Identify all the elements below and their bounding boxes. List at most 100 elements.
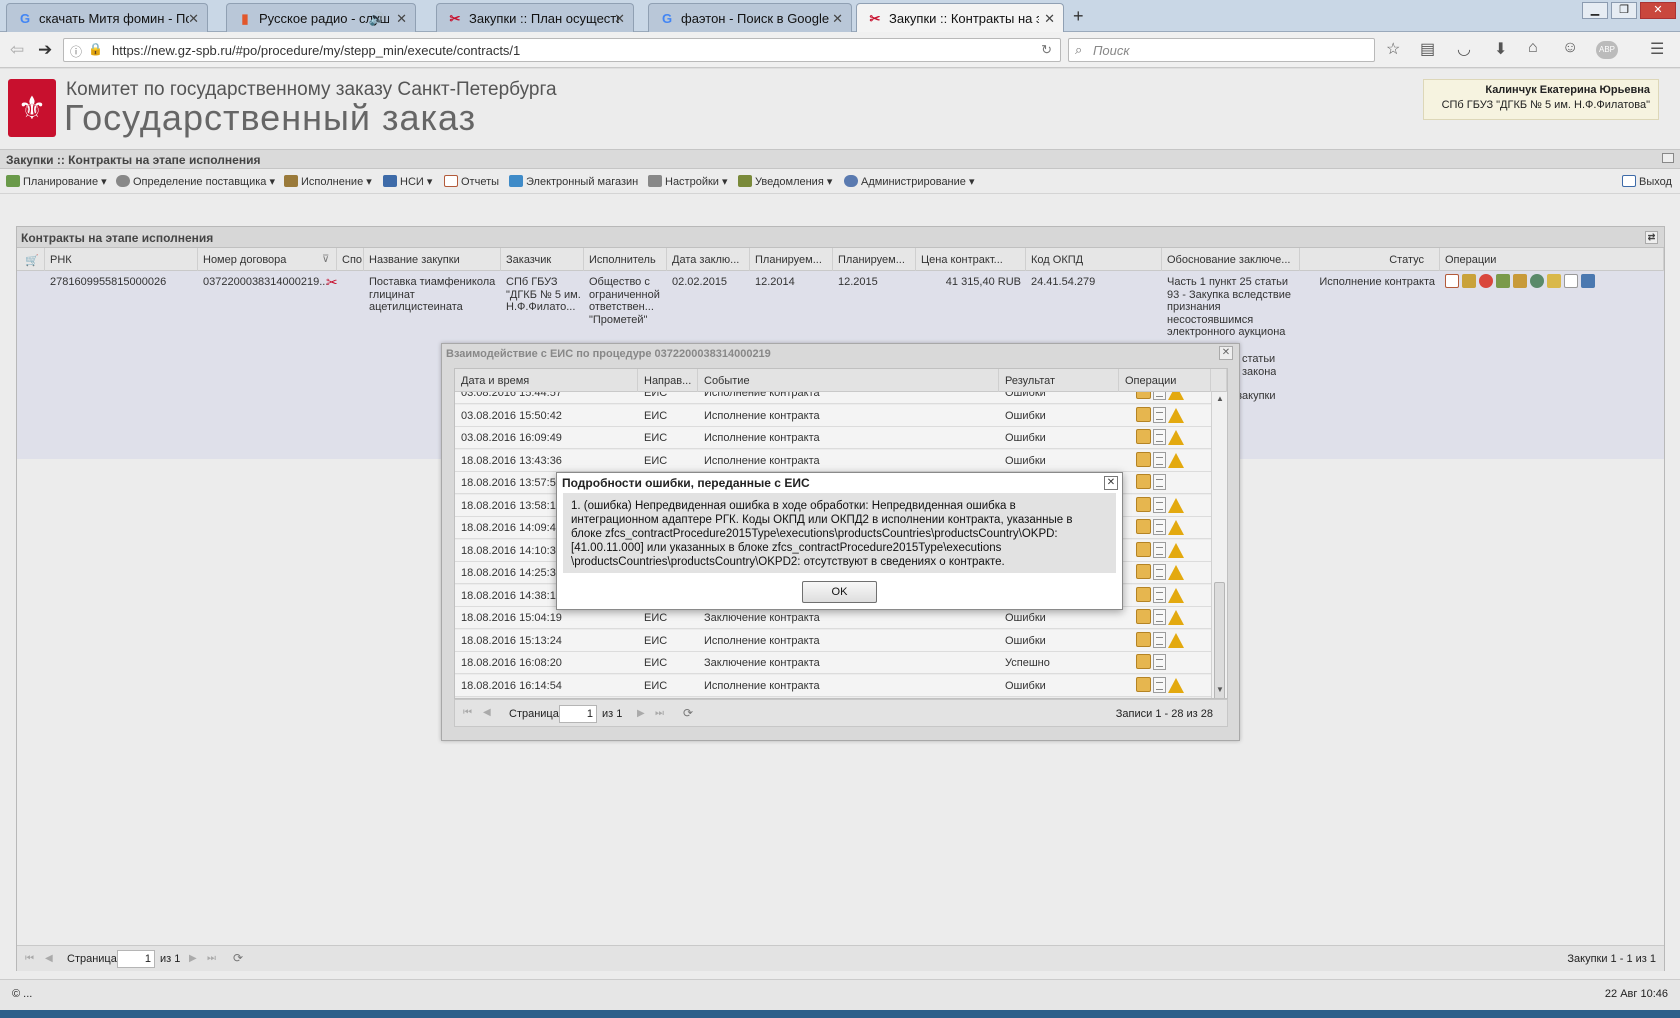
browser-tab-2[interactable]: ▮ Русское радио - слуш... 🔊 ✕	[226, 3, 416, 32]
next-page-icon[interactable]: ▶	[637, 708, 645, 719]
browser-tab-4[interactable]: G фаэтон - Поиск в Google ✕	[648, 3, 852, 32]
warning-icon[interactable]	[1168, 392, 1184, 400]
col-date[interactable]: Дата заклю...	[667, 248, 750, 271]
reading-list-icon[interactable]: ▤	[1420, 39, 1435, 59]
col-operations[interactable]: Операции	[1119, 369, 1211, 392]
restore-button[interactable]: ❐	[1611, 2, 1637, 19]
first-page-icon[interactable]: ⏮	[25, 953, 34, 964]
warning-icon[interactable]	[1168, 587, 1184, 603]
table-row[interactable]: 03.08.2016 16:09:49 ЕИС Исполнение контрак…	[455, 427, 1211, 449]
col-okpd[interactable]: Код ОКПД	[1026, 248, 1162, 271]
warning-icon[interactable]	[1168, 610, 1184, 625]
collapse-icon[interactable]	[1662, 153, 1674, 163]
col-event[interactable]: Событие	[698, 369, 999, 392]
close-icon[interactable]: ✕	[1104, 476, 1118, 490]
menu-supplier-selection[interactable]: Определение поставщика ▾	[116, 175, 275, 188]
col-planned-2[interactable]: Планируем...	[833, 248, 916, 271]
col-basis[interactable]: Обоснование заключе...	[1162, 248, 1300, 271]
document-icon[interactable]	[1153, 519, 1166, 535]
cart-icon[interactable]: 🛒	[17, 248, 45, 271]
spellcheck-addon-icon[interactable]: АВР	[1596, 41, 1618, 59]
page-input[interactable]: 1	[117, 950, 155, 968]
library-icon[interactable]	[1581, 274, 1595, 288]
package-icon[interactable]	[1136, 541, 1151, 557]
package-icon[interactable]	[1136, 451, 1151, 467]
table-row[interactable]: 18.08.2016 16:08:20 ЕИС Заключение контрак…	[455, 652, 1211, 674]
scroll-down-icon[interactable]: ▼	[1216, 685, 1224, 694]
download-icon[interactable]: ⬇	[1494, 39, 1507, 59]
package-icon[interactable]	[1136, 519, 1151, 534]
col-status[interactable]: Статус	[1300, 248, 1440, 271]
document-icon[interactable]	[1153, 654, 1166, 670]
package-icon[interactable]	[1136, 474, 1151, 489]
package-icon[interactable]	[1136, 609, 1151, 624]
info-icon[interactable]: ⓘ	[70, 43, 82, 60]
menu-e-shop[interactable]: Электронный магазин	[509, 175, 638, 188]
menu-icon[interactable]: ☰	[1650, 39, 1664, 59]
menu-execution[interactable]: Исполнение ▾	[284, 175, 372, 188]
package-icon[interactable]	[1136, 392, 1151, 399]
package-icon[interactable]	[1136, 429, 1151, 444]
document-icon[interactable]	[1153, 406, 1166, 423]
warning-icon[interactable]	[1168, 632, 1184, 648]
reload-icon[interactable]: ↻	[1041, 42, 1052, 58]
close-icon[interactable]: ✕	[832, 11, 843, 27]
document-icon[interactable]	[1153, 474, 1166, 490]
back-icon[interactable]: ⇦	[10, 40, 24, 60]
last-page-icon[interactable]: ⏭	[207, 953, 216, 964]
menu-administration[interactable]: Администрирование ▾	[844, 175, 974, 188]
document-icon[interactable]	[1153, 429, 1166, 445]
document-icon[interactable]	[1153, 631, 1166, 648]
col-direction[interactable]: Направ...	[638, 369, 698, 392]
refresh-icon[interactable]: ⟳	[233, 951, 243, 965]
refresh-icon[interactable]: ⇄	[1645, 231, 1658, 244]
window-close-button[interactable]: ✕	[1640, 2, 1676, 19]
warning-icon[interactable]	[1168, 677, 1184, 693]
menu-nsi[interactable]: НСИ ▾	[383, 175, 432, 188]
address-bar[interactable]: ⓘ 🔒 https://new.gz-spb.ru/#po/procedure/…	[63, 38, 1061, 62]
exit-button[interactable]: Выход	[1622, 175, 1672, 188]
page-input[interactable]: 1	[559, 705, 597, 723]
emblem-icon[interactable]	[1513, 274, 1527, 288]
col-planned-1[interactable]: Планируем...	[750, 248, 833, 271]
warning-icon[interactable]	[1168, 430, 1184, 445]
menu-notifications[interactable]: Уведомления ▾	[738, 175, 832, 188]
speaker-icon[interactable]: 🔊	[369, 11, 385, 27]
close-icon[interactable]: ✕	[1044, 11, 1055, 27]
close-icon[interactable]: ✕	[614, 11, 625, 27]
menu-settings[interactable]: Настройки ▾	[648, 175, 728, 188]
package-icon[interactable]	[1136, 676, 1151, 692]
warning-icon[interactable]	[1168, 542, 1184, 558]
browser-tab-3[interactable]: ✂ Закупки :: План осуществ... ✕	[436, 3, 634, 32]
warning-icon[interactable]	[1168, 407, 1184, 423]
col-executor[interactable]: Исполнитель	[584, 248, 667, 271]
document-icon[interactable]	[1153, 609, 1166, 625]
package-icon[interactable]	[1136, 496, 1151, 512]
menu-planning[interactable]: Планирование ▾	[6, 175, 107, 188]
scroll-up-icon[interactable]: ▲	[1216, 394, 1224, 403]
table-row[interactable]: 18.08.2016 15:04:19 ЕИС Заключение контрак…	[455, 607, 1211, 629]
table-row[interactable]: 03.08.2016 15:50:42 ЕИС Исполнение контрак…	[455, 404, 1211, 427]
list-icon[interactable]	[1547, 274, 1561, 288]
stop-icon[interactable]	[1479, 274, 1493, 288]
col-method[interactable]: Спо	[337, 248, 364, 271]
document-icon[interactable]	[1153, 392, 1166, 400]
warning-icon[interactable]	[1168, 452, 1184, 468]
package-icon[interactable]	[1136, 631, 1151, 647]
chat-icon[interactable]: ☺	[1562, 39, 1578, 57]
url-text[interactable]: https://new.gz-spb.ru/#po/procedure/my/s…	[112, 43, 520, 58]
pocket-icon[interactable]: ◡	[1457, 39, 1471, 59]
browser-tab-5-active[interactable]: ✂ Закупки :: Контракты на э... ✕	[856, 3, 1064, 32]
document-icon[interactable]	[1153, 586, 1166, 603]
document-icon[interactable]	[1153, 676, 1166, 693]
page-icon[interactable]	[1564, 274, 1578, 288]
close-icon[interactable]: ✕	[1219, 346, 1233, 360]
new-tab-button[interactable]: +	[1073, 6, 1084, 27]
col-price[interactable]: Цена контракт...	[916, 248, 1026, 271]
document-icon[interactable]	[1153, 541, 1166, 558]
col-rnk[interactable]: РНК	[45, 248, 198, 271]
browser-tab-1[interactable]: G скачать Митя фомин - По... ✕	[6, 3, 208, 32]
package-icon[interactable]	[1136, 586, 1151, 602]
minimize-button[interactable]: ▁	[1582, 2, 1608, 19]
first-page-icon[interactable]: ⏮	[463, 707, 472, 718]
